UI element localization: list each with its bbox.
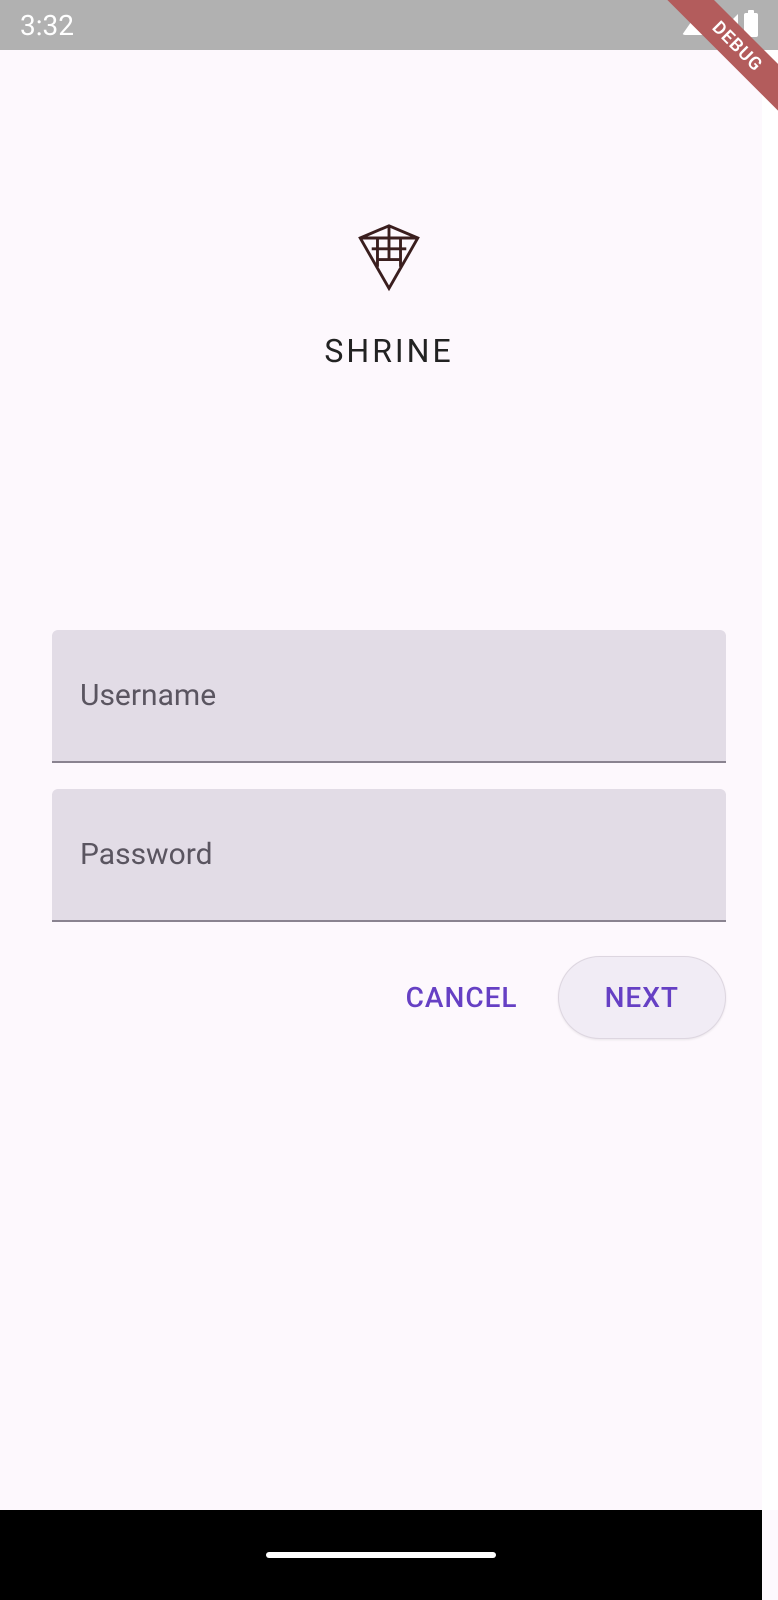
diamond-icon: [353, 220, 425, 292]
navigation-bar: [0, 1510, 762, 1600]
cancel-button[interactable]: CANCEL: [396, 961, 528, 1034]
status-time: 3:32: [20, 9, 74, 42]
logo-section: SHRINE: [52, 220, 726, 370]
password-field[interactable]: [52, 789, 726, 922]
status-bar: 3:32: [0, 0, 778, 50]
login-screen: SHRINE CANCEL NEXT: [0, 220, 778, 1039]
next-button[interactable]: NEXT: [558, 956, 726, 1039]
app-name: SHRINE: [324, 332, 453, 370]
username-field[interactable]: [52, 630, 726, 763]
nav-handle[interactable]: [266, 1552, 496, 1558]
button-row: CANCEL NEXT: [52, 956, 726, 1039]
screen-edge: [762, 50, 778, 1510]
